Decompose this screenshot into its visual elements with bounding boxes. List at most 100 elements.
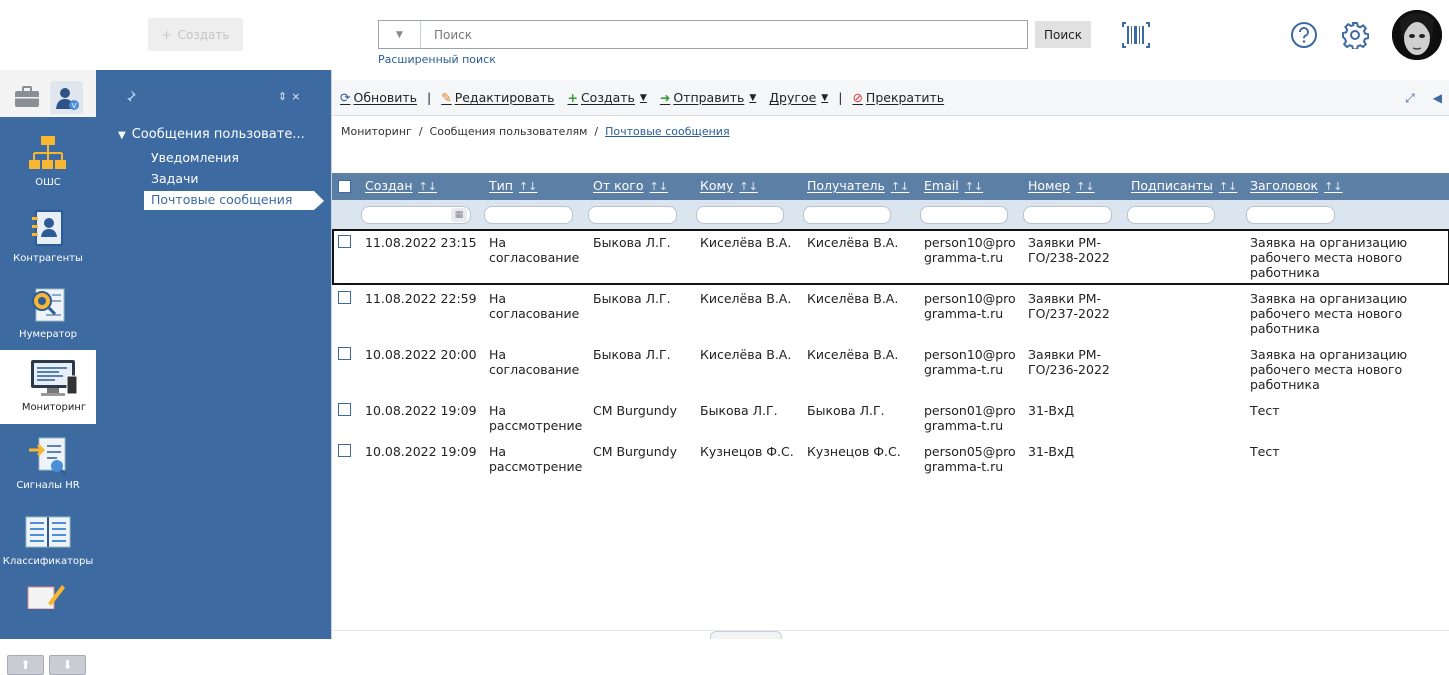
- help-icon[interactable]: [1290, 21, 1318, 52]
- cell-title: Заявка на организацию рабочего места ново…: [1250, 235, 1407, 280]
- filter-recipient[interactable]: [803, 206, 891, 224]
- row-checkbox[interactable]: [338, 347, 351, 360]
- panel-resize-handle[interactable]: [710, 631, 782, 639]
- cell-line: gramma-t.ru: [924, 250, 1004, 265]
- filter-type[interactable]: [484, 206, 573, 224]
- row-checkbox[interactable]: [338, 235, 351, 248]
- create-menu-button[interactable]: + Создать ▼: [567, 90, 646, 105]
- tree-node-notifications[interactable]: Уведомления: [151, 150, 239, 165]
- module-rail: V ОШС Контрагенты Нумератор Мониторинг С…: [0, 70, 112, 675]
- cell-line: Киселёва В.А.: [700, 235, 792, 250]
- tree-node-label: Сообщения пользовате...: [131, 127, 305, 142]
- table-row[interactable]: 10.08.2022 19:09 На рассмотрение CM Burgund…: [332, 438, 1449, 479]
- toolbar-separator: |: [838, 90, 843, 105]
- filter-created[interactable]: ▦: [361, 206, 471, 224]
- rail-item-contractors[interactable]: Контрагенты: [0, 201, 96, 275]
- rail-item-label: Сигналы HR: [16, 480, 80, 491]
- cell-line: согласование: [489, 250, 580, 265]
- cell-line: Киселёва В.А.: [807, 235, 899, 250]
- avatar[interactable]: [1392, 10, 1442, 60]
- pin-icon[interactable]: [123, 89, 137, 107]
- table-row[interactable]: 11.08.2022 23:15 На согласование Быкова Л.Г…: [332, 229, 1449, 285]
- cell-line: person01@pro: [924, 403, 1016, 418]
- user-admin-icon[interactable]: V: [50, 81, 83, 114]
- column-header-to[interactable]: Кому ↑↓: [700, 178, 758, 193]
- column-header-type[interactable]: Тип ↑↓: [489, 178, 537, 193]
- column-header-created[interactable]: Создан ↑↓: [365, 178, 437, 193]
- rail-item-label: ОШС: [35, 177, 61, 188]
- search-dropdown[interactable]: ▼: [379, 21, 421, 48]
- expand-all-icon[interactable]: ⇕: [278, 90, 291, 103]
- cell-line: 11.08.2022 23:15: [365, 235, 477, 250]
- rail-item-hr-signals[interactable]: Сигналы HR: [0, 428, 96, 502]
- table-row[interactable]: 10.08.2022 20:00 На согласование Быкова Л.Г…: [332, 341, 1449, 397]
- barcode-icon[interactable]: [1122, 22, 1150, 51]
- send-menu-button[interactable]: ➜ Отправить ▼: [660, 90, 756, 105]
- filter-from[interactable]: [588, 206, 677, 224]
- create-button[interactable]: + Создать: [148, 18, 243, 51]
- cell-line: 10.08.2022 19:09: [365, 403, 477, 418]
- filter-title[interactable]: [1246, 206, 1335, 224]
- row-checkbox[interactable]: [338, 291, 351, 304]
- search-input[interactable]: [421, 21, 1027, 48]
- table-row[interactable]: 10.08.2022 19:09 На рассмотрение CM Burgund…: [332, 397, 1449, 438]
- column-header-number[interactable]: Номер ↑↓: [1028, 178, 1095, 193]
- row-checkbox[interactable]: [338, 403, 351, 416]
- breadcrumb-item[interactable]: Сообщения пользователям: [430, 125, 588, 138]
- breadcrumb-item[interactable]: Мониторинг: [341, 125, 412, 138]
- column-header-from[interactable]: От кого ↑↓: [593, 178, 668, 193]
- stop-button[interactable]: ⊘ Прекратить: [852, 90, 944, 105]
- column-header-recipient[interactable]: Получатель ↑↓: [807, 178, 909, 193]
- sort-icon: ↑↓: [1218, 180, 1238, 193]
- collapse-left-icon[interactable]: ◀: [1433, 91, 1442, 106]
- cell-line: gramma-t.ru: [924, 362, 1004, 377]
- row-checkbox[interactable]: [338, 444, 351, 457]
- rail-item-classifiers[interactable]: Классификаторы: [0, 504, 96, 578]
- cell-line: рабочего места нового: [1250, 362, 1403, 377]
- cell-line: gramma-t.ru: [924, 306, 1004, 321]
- refresh-button[interactable]: ⟳ Обновить: [340, 90, 417, 105]
- cell-to: Быкова Л.Г.: [700, 403, 778, 418]
- column-header-title[interactable]: Заголовок ↑↓: [1250, 178, 1343, 193]
- filter-to[interactable]: [696, 206, 784, 224]
- rail-item-monitoring[interactable]: Мониторинг: [0, 350, 112, 424]
- arrow-up-icon[interactable]: ⬆: [7, 655, 44, 675]
- rail-item-numerator[interactable]: Нумератор: [0, 277, 96, 351]
- column-header-email[interactable]: Email ↑↓: [924, 178, 983, 193]
- filter-email[interactable]: [920, 206, 1008, 224]
- column-header-signers[interactable]: Подписанты ↑↓: [1131, 178, 1237, 193]
- briefcase-icon[interactable]: [14, 86, 40, 111]
- messages-grid: Создан ↑↓ Тип ↑↓ От кого ↑↓ Кому ↑↓ Получате…: [332, 173, 1449, 479]
- cell-line: На: [489, 403, 507, 418]
- tree-node-mail-messages[interactable]: Почтовые сообщения: [144, 191, 314, 210]
- cell-line: Быкова Л.Г.: [700, 403, 778, 418]
- other-menu-button[interactable]: Другое ▼: [769, 90, 828, 105]
- table-row[interactable]: 11.08.2022 22:59 На согласование Быкова Л.Г…: [332, 285, 1449, 341]
- cell-line: ГО/237-2022: [1028, 306, 1110, 321]
- search-button[interactable]: Поиск: [1035, 21, 1091, 48]
- arrow-down-icon[interactable]: ⬇: [49, 655, 86, 675]
- filter-signers[interactable]: [1127, 206, 1215, 224]
- toolbar: ⟳ Обновить | ✎ Редактировать + Создать ▼ ➜ От…: [332, 80, 1449, 116]
- cell-line: ГО/238-2022: [1028, 250, 1110, 265]
- breadcrumb-current[interactable]: Почтовые сообщения: [605, 125, 729, 138]
- calendar-icon[interactable]: ▦: [451, 208, 467, 222]
- advanced-search-link[interactable]: Расширенный поиск: [378, 53, 496, 66]
- select-all-checkbox[interactable]: [338, 180, 351, 193]
- triangle-down-icon[interactable]: ▼: [118, 130, 126, 141]
- classifier-icon: [24, 510, 72, 554]
- gear-icon[interactable]: [1341, 21, 1370, 52]
- cell-created: 11.08.2022 22:59: [365, 291, 477, 306]
- cell-line: рассмотрение: [489, 418, 583, 433]
- tree-node-tasks[interactable]: Задачи: [151, 171, 199, 186]
- horizontal-scrollbar[interactable]: [332, 630, 1449, 639]
- tree-node-user-messages[interactable]: ▼ Сообщения пользовате...: [118, 127, 305, 142]
- cell-line: Быкова Л.Г.: [593, 291, 671, 306]
- cell-line: person05@pro: [924, 444, 1016, 459]
- rail-item-oshs[interactable]: ОШС: [0, 125, 96, 199]
- expand-fullscreen-icon[interactable]: ⤢: [1405, 91, 1415, 106]
- collapse-all-icon[interactable]: ⨯: [291, 90, 304, 103]
- edit-button[interactable]: ✎ Редактировать: [441, 90, 554, 105]
- filter-number[interactable]: [1023, 206, 1112, 224]
- cell-line: Киселёва В.А.: [807, 347, 899, 362]
